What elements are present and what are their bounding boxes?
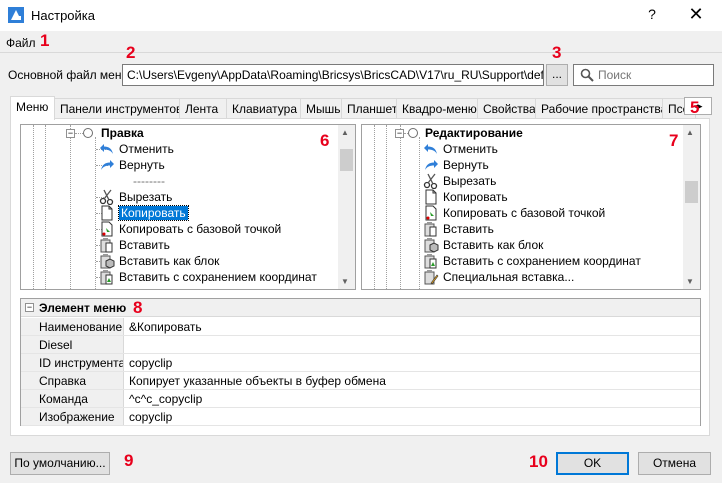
scissors-icon [99, 189, 114, 205]
search-input[interactable] [598, 67, 708, 83]
collapse-icon[interactable]: − [66, 129, 75, 138]
paste-icon [100, 238, 113, 253]
scroll-up-icon[interactable]: ▲ [686, 128, 694, 137]
property-row-diesel[interactable]: Diesel [21, 336, 700, 354]
property-row-name[interactable]: Наименование &Копировать [21, 318, 700, 336]
copy-basepoint-icon [101, 221, 113, 237]
copy-icon [425, 189, 437, 205]
undo-icon [100, 144, 113, 154]
paste-orig-coords-icon [100, 270, 113, 285]
copy-icon [101, 205, 113, 221]
scissors-icon [423, 173, 438, 189]
paste-orig-coords-icon [424, 254, 437, 269]
paste-block-icon [100, 254, 115, 269]
bricscad-logo-icon [8, 7, 24, 23]
close-button[interactable]: ✕ [684, 4, 708, 25]
group-radio-icon [408, 128, 418, 138]
tab-menu[interactable]: Меню [10, 96, 55, 120]
collapse-icon[interactable]: − [25, 303, 34, 312]
tab-tablet[interactable]: Планшет [341, 98, 397, 119]
collapse-icon[interactable]: − [395, 129, 404, 138]
scroll-down-icon[interactable]: ▼ [341, 277, 349, 286]
tab-workspaces[interactable]: Рабочие пространства [535, 98, 663, 119]
marker-6: 6 [320, 131, 330, 150]
scroll-thumb[interactable] [340, 149, 353, 171]
copy-basepoint-icon [425, 205, 437, 221]
property-row-tool-id[interactable]: ID инструмента copyclip [21, 354, 700, 372]
menu-file[interactable]: Файл [6, 36, 36, 50]
help-button[interactable]: ? [640, 6, 664, 22]
tab-ribbon[interactable]: Лента [179, 98, 227, 119]
main-menu-file-field[interactable]: C:\Users\Evgeny\AppData\Roaming\Bricsys\… [122, 64, 544, 86]
scroll-up-icon[interactable]: ▲ [341, 128, 349, 137]
menu-bar: Файл [0, 31, 722, 53]
tree-group-edit[interactable]: Правка [101, 126, 144, 140]
properties-header[interactable]: − Элемент меню [21, 299, 700, 317]
marker-9: 9 [124, 451, 134, 470]
menu-tree-left[interactable]: − Правка Отменить Вернуть -------- Вырез… [20, 124, 356, 290]
redo-icon [101, 160, 114, 170]
undo-icon [424, 144, 437, 154]
tree-group-modify[interactable]: Редактирование [425, 126, 523, 140]
group-radio-icon [83, 128, 93, 138]
right-tree-scrollbar[interactable]: ▲ ▼ [683, 125, 700, 289]
tab-quad-menu[interactable]: Квадро-меню [396, 98, 478, 119]
marker-2: 2 [126, 43, 136, 62]
scroll-down-icon[interactable]: ▼ [686, 277, 694, 286]
defaults-button[interactable]: По умолчанию... [10, 452, 110, 475]
paste-special-icon [424, 270, 439, 285]
menu-tree-right[interactable]: − Редактирование Отменить Вернуть Выреза… [361, 124, 701, 290]
browse-button[interactable]: ... [546, 64, 568, 86]
tab-toolbars[interactable]: Панели инструментов [54, 98, 180, 119]
tab-properties[interactable]: Свойства [477, 98, 536, 119]
redo-icon [425, 160, 438, 170]
property-row-help[interactable]: Справка Копирует указанные объекты в буф… [21, 372, 700, 390]
properties-title: Элемент меню [39, 301, 127, 315]
marker-3: 3 [552, 43, 562, 62]
marker-5: 5 [690, 98, 700, 117]
window-title: Настройка [31, 8, 95, 23]
search-icon [580, 68, 594, 82]
ok-button[interactable]: OK [556, 452, 629, 475]
left-tree-scrollbar[interactable]: ▲ ▼ [338, 125, 355, 289]
tab-keyboard[interactable]: Клавиатура [226, 98, 301, 119]
properties-grid: − Элемент меню Наименование &Копировать … [20, 298, 701, 426]
property-row-image[interactable]: Изображение copyclip [21, 408, 700, 426]
main-menu-file-label: Основной файл меню: [8, 68, 134, 82]
marker-8: 8 [133, 298, 143, 317]
paste-block-icon [424, 238, 439, 253]
marker-1: 1 [40, 31, 50, 50]
paste-icon [424, 222, 437, 237]
title-bar: Настройка ? ✕ [0, 0, 722, 31]
scroll-thumb[interactable] [685, 181, 698, 203]
marker-10: 10 [529, 452, 548, 471]
tab-mouse[interactable]: Мышь [300, 98, 342, 119]
property-row-command[interactable]: Команда ^c^c_copyclip [21, 390, 700, 408]
cancel-button[interactable]: Отмена [638, 452, 711, 475]
marker-7: 7 [669, 131, 679, 150]
tab-strip: Меню Панели инструментов Лента Клавиатур… [10, 96, 710, 120]
search-box[interactable] [573, 64, 714, 86]
